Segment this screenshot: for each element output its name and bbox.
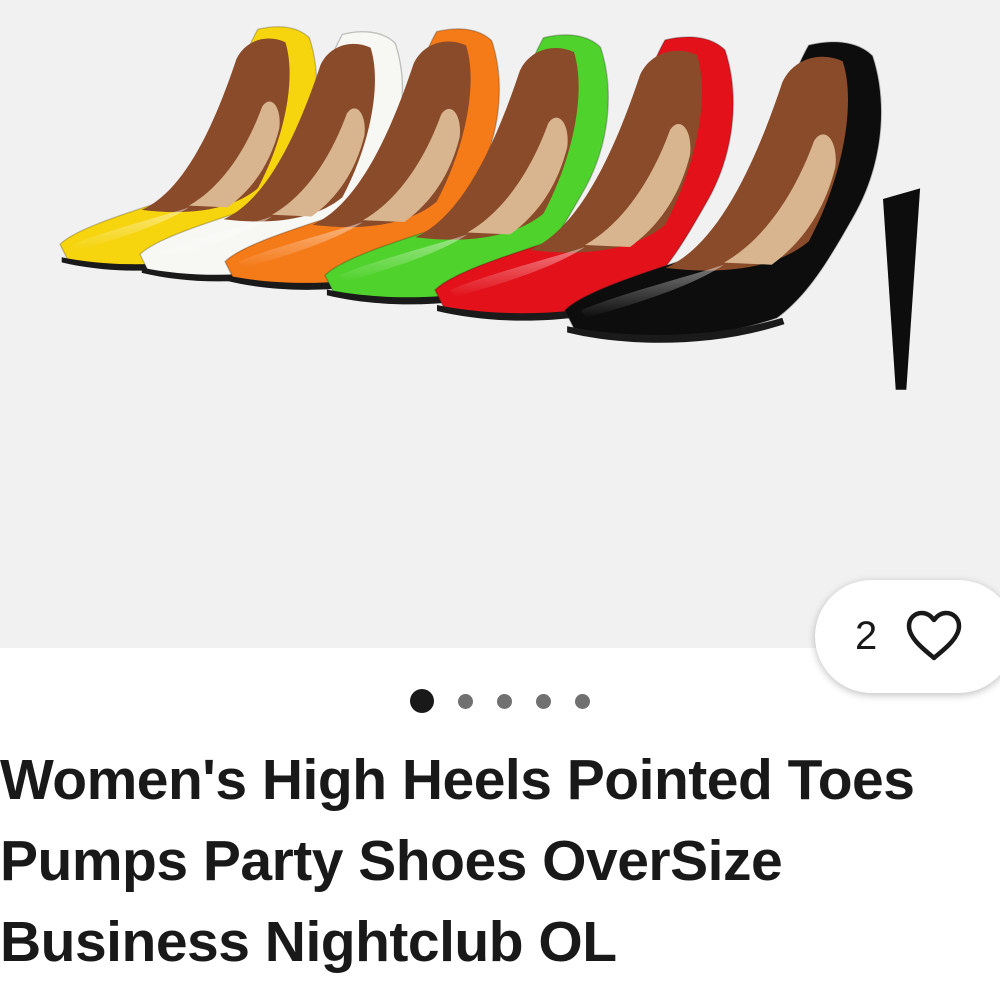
favorite-button[interactable]: 2 (815, 580, 1000, 693)
product-image[interactable] (0, 0, 1000, 648)
shoe-lineup-illustration (59, 26, 921, 390)
heart-outline-icon (906, 610, 962, 661)
carousel-dot[interactable] (536, 693, 551, 709)
carousel-indicator[interactable] (0, 688, 1000, 714)
carousel-dot[interactable] (497, 693, 512, 709)
carousel-dot[interactable] (458, 693, 473, 709)
listing-title: Women's High Heels Pointed Toes Pumps Pa… (0, 748, 915, 974)
favorite-count: 2 (855, 614, 878, 658)
carousel-dot[interactable] (575, 693, 590, 709)
carousel-dot[interactable] (410, 689, 434, 713)
